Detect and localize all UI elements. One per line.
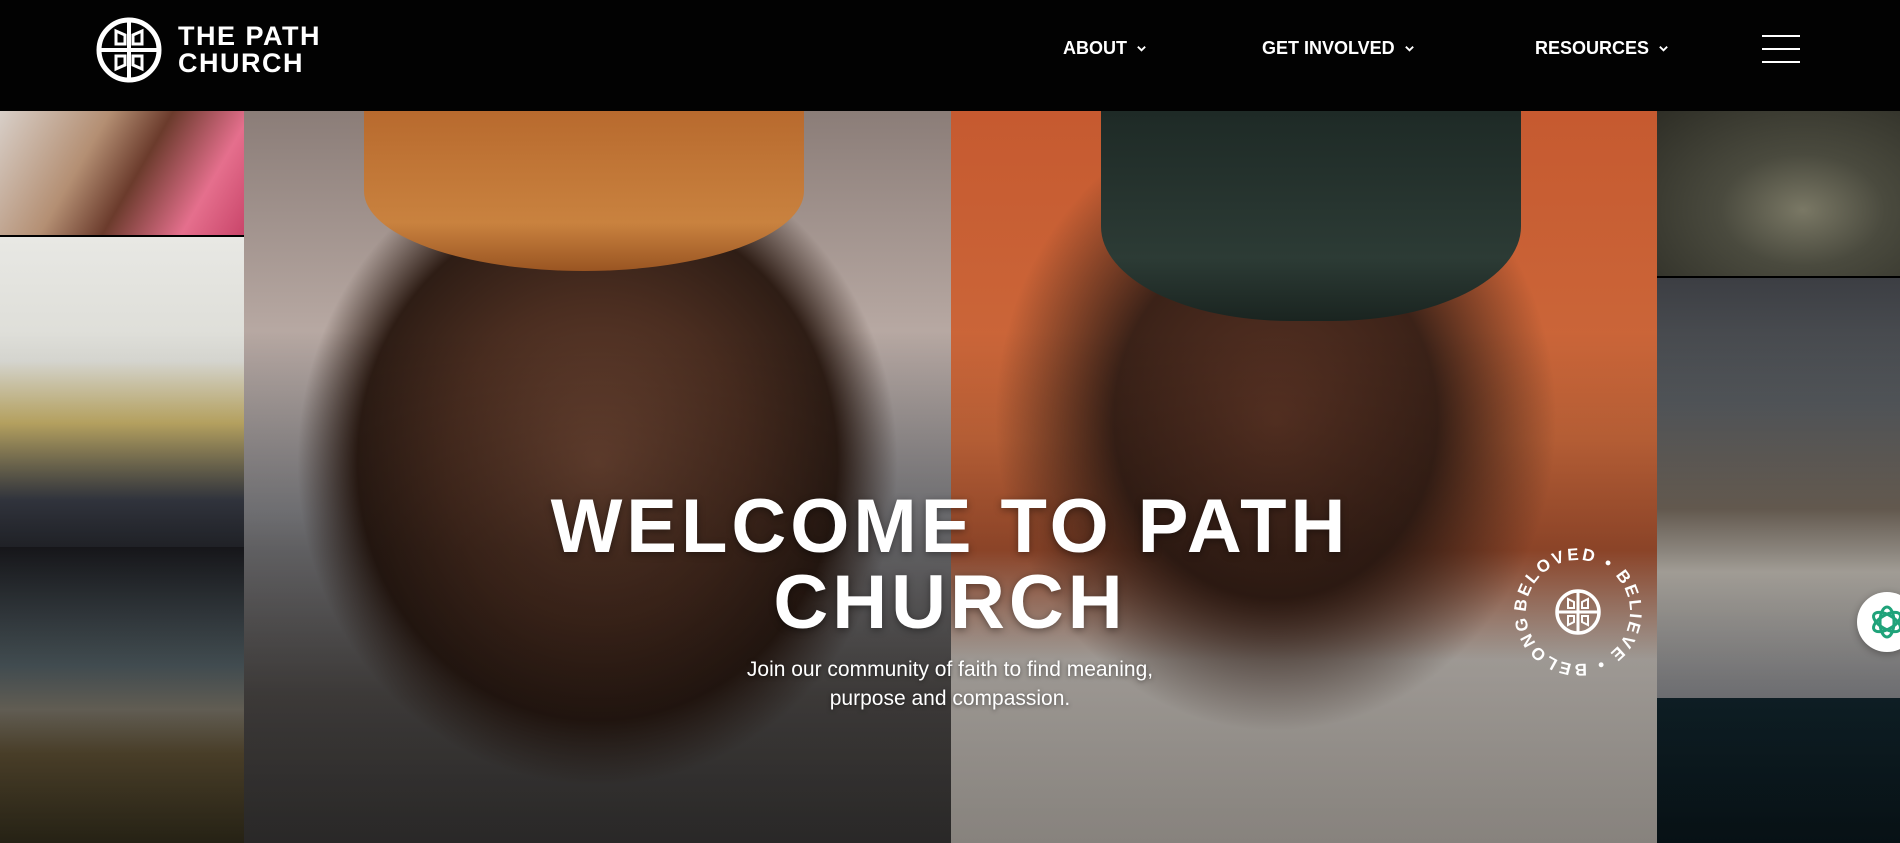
hero-title: WELCOME TO PATH CHURCH	[400, 489, 1500, 641]
chevron-down-icon	[1137, 46, 1146, 52]
logo-line-2: CHURCH	[178, 48, 304, 78]
hero-subtitle: Join our community of faith to find mean…	[650, 655, 1250, 713]
badge-ring-text: BELOVED • BELIEVE • BELONG •	[1498, 532, 1643, 679]
hero-title-line-1: WELCOME TO PATH	[550, 484, 1350, 569]
church-logo-icon	[96, 17, 162, 83]
chevron-down-icon	[1659, 46, 1668, 52]
chat-assistant-icon	[1872, 605, 1900, 639]
nav-get-involved-label: GET INVOLVED	[1262, 38, 1395, 58]
hamburger-icon	[1762, 35, 1800, 37]
nav-resources-label: RESOURCES	[1535, 38, 1650, 58]
nav-about-label: ABOUT	[1063, 38, 1127, 58]
logo[interactable]: THE PATH CHURCH	[96, 17, 321, 83]
logo-line-1: THE PATH	[178, 21, 321, 51]
svg-text:BELOVED • BELIEVE • BELONG •: BELOVED • BELIEVE • BELONG •	[1498, 532, 1645, 679]
hero-subtitle-line-2: purpose and compassion.	[829, 687, 1071, 710]
church-logo-icon	[1555, 589, 1601, 635]
nav-about[interactable]: ABOUT	[1063, 38, 1147, 59]
hero-subtitle-line-1: Join our community of faith to find mean…	[746, 658, 1154, 681]
hamburger-menu-button[interactable]	[1762, 33, 1800, 65]
hero-section: WELCOME TO PATH CHURCH Join our communit…	[0, 111, 1900, 843]
nav-get-involved[interactable]: GET INVOLVED	[1262, 38, 1415, 59]
logo-wordmark: THE PATH CHURCH	[178, 23, 321, 77]
chevron-down-icon	[1404, 46, 1414, 52]
hero-overlay	[0, 111, 1900, 843]
beloved-believe-belong-badge: BELOVED • BELIEVE • BELONG •	[1498, 532, 1645, 679]
nav-resources[interactable]: RESOURCES	[1535, 38, 1669, 59]
hero-title-line-2: CHURCH	[773, 560, 1127, 645]
site-header: THE PATH CHURCH ABOUT GET INVOLVED RESOU…	[0, 0, 1900, 111]
